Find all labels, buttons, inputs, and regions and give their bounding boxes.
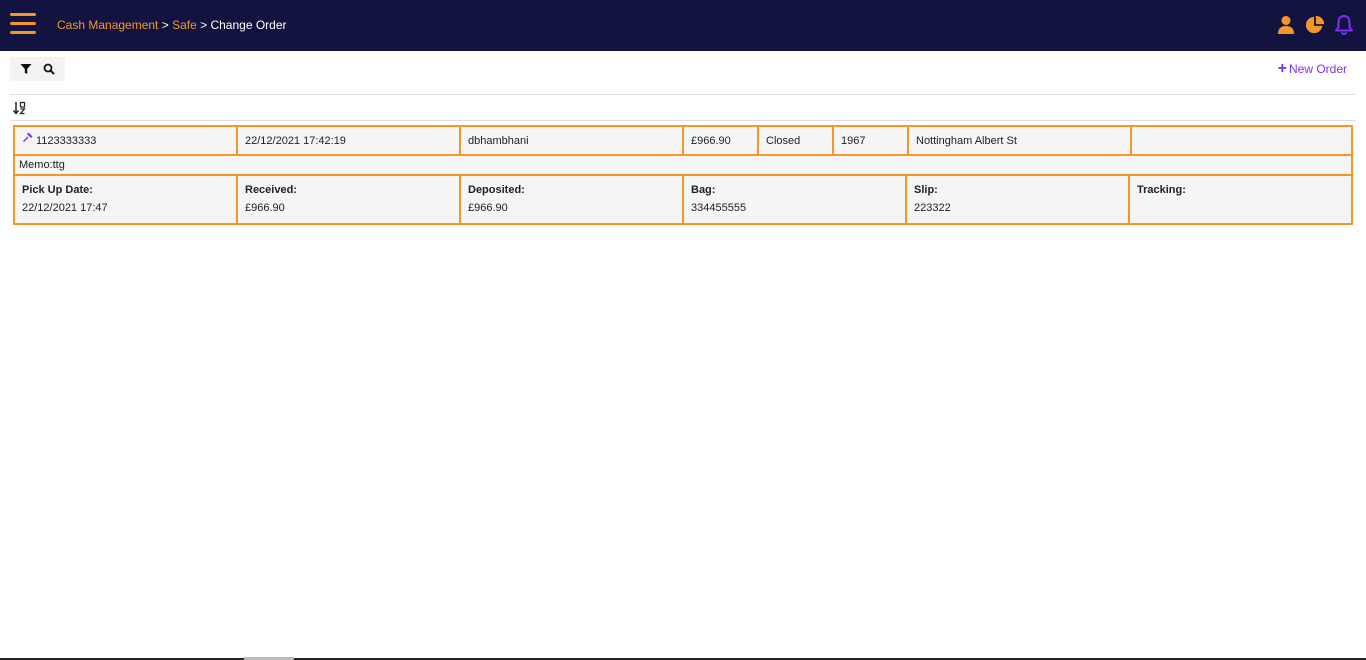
order-card[interactable]: 1123333333 22/12/2021 17:42:19 dbhambhan… <box>13 125 1353 225</box>
order-memo: Memo:ttg <box>15 156 1351 176</box>
order-datetime: 22/12/2021 17:42:19 <box>238 127 461 154</box>
detail-value: £966.90 <box>468 202 508 214</box>
detail-slip: Slip: 223322 <box>907 176 1130 223</box>
detail-bag: Bag: 334455555 <box>684 176 907 223</box>
detail-label: Slip: <box>914 184 938 196</box>
detail-label: Deposited: <box>468 184 525 196</box>
detail-value: 22/12/2021 17:47 <box>22 202 108 214</box>
breadcrumb-cash-management[interactable]: Cash Management <box>57 18 158 32</box>
detail-label: Pick Up Date: <box>22 184 93 196</box>
order-extra <box>1132 127 1351 154</box>
detail-value: 334455555 <box>691 202 747 214</box>
order-location: Nottingham Albert St <box>909 127 1132 154</box>
detail-value: 223322 <box>914 202 951 214</box>
detail-tracking: Tracking: <box>1130 176 1351 223</box>
breadcrumb-safe[interactable]: Safe <box>172 18 197 32</box>
divider <box>10 120 1356 121</box>
order-details-row: Pick Up Date: 22/12/2021 17:47 Received:… <box>15 176 1351 223</box>
detail-label: Bag: <box>691 184 716 196</box>
detail-label: Tracking: <box>1137 184 1186 196</box>
detail-label: Received: <box>245 184 297 196</box>
search-icon[interactable] <box>40 60 58 78</box>
order-status: Closed <box>759 127 834 154</box>
detail-deposited: Deposited: £966.90 <box>461 176 684 223</box>
bell-icon[interactable] <box>1334 14 1354 36</box>
order-summary-row: 1123333333 22/12/2021 17:42:19 dbhambhan… <box>15 127 1351 156</box>
breadcrumb: Cash Management > Safe > Change Order <box>57 18 287 32</box>
new-order-label: New Order <box>1288 62 1347 76</box>
order-id: 1123333333 <box>36 134 97 147</box>
pie-chart-icon[interactable] <box>1305 14 1325 36</box>
pin-icon[interactable] <box>22 131 34 143</box>
breadcrumb-current: Change Order <box>210 18 287 32</box>
filter-search-toolbar <box>10 57 65 81</box>
order-id-cell: 1123333333 <box>15 127 238 154</box>
plus-icon: + <box>1277 60 1287 77</box>
breadcrumb-separator: > <box>196 18 211 32</box>
menu-icon[interactable] <box>10 13 36 35</box>
user-icon[interactable] <box>1276 14 1296 36</box>
order-amount: £966.90 <box>684 127 759 154</box>
detail-value: £966.90 <box>245 202 285 214</box>
divider <box>10 94 1356 95</box>
order-store-number: 1967 <box>834 127 909 154</box>
new-order-button[interactable]: + New Order <box>1277 60 1347 77</box>
top-bar: Cash Management > Safe > Change Order <box>0 0 1366 51</box>
order-user: dbhambhani <box>461 127 684 154</box>
breadcrumb-separator: > <box>158 18 173 32</box>
detail-pickup-date: Pick Up Date: 22/12/2021 17:47 <box>15 176 238 223</box>
detail-received: Received: £966.90 <box>238 176 461 223</box>
sort-icon[interactable] <box>12 101 27 115</box>
filter-icon[interactable] <box>17 60 35 78</box>
header-actions <box>1276 14 1354 36</box>
